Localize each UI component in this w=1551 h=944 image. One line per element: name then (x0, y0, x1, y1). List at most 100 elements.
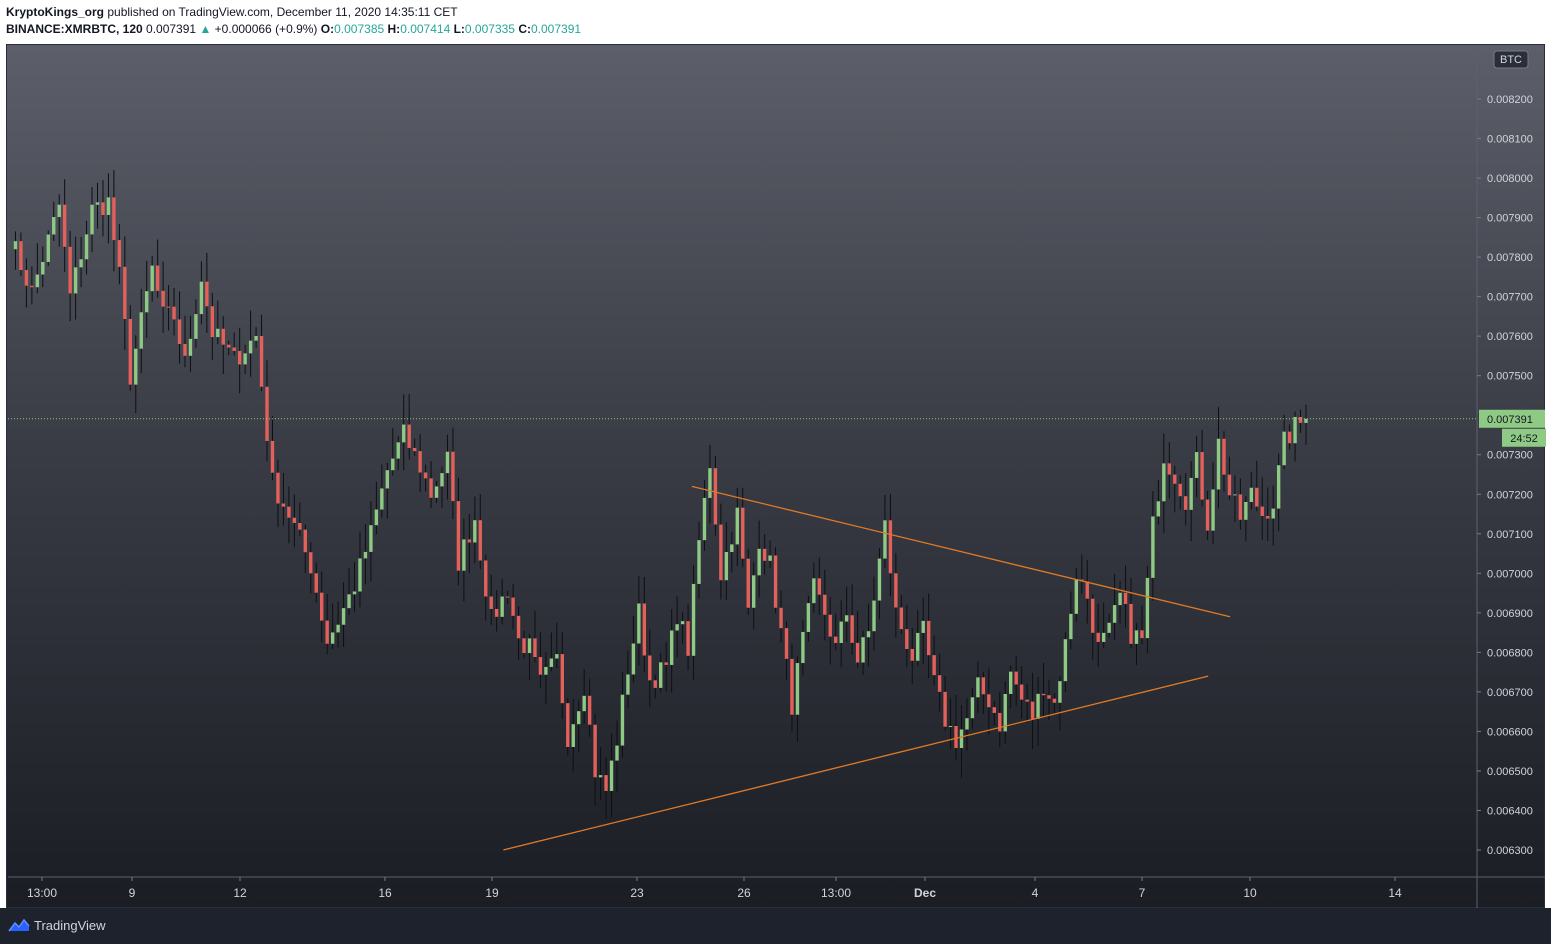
x-tick-label: 7 (1139, 886, 1146, 900)
candle-body (19, 241, 23, 271)
candle-body (434, 486, 439, 498)
candle-body (62, 204, 67, 247)
candle-body (626, 674, 630, 695)
footer-bar: TradingView (0, 908, 1551, 944)
candle-body (680, 621, 685, 625)
candle-body (1058, 681, 1062, 703)
candle-body (24, 270, 29, 286)
candle-body (1036, 693, 1040, 719)
candle-body (467, 539, 472, 543)
candle-body (1052, 698, 1057, 703)
y-tick-label: 0.008000 (1487, 173, 1533, 185)
candle-body (13, 241, 18, 250)
candle-body (697, 540, 701, 584)
candle-body (1255, 487, 1259, 507)
candle-body (855, 642, 860, 663)
candle-body (905, 629, 909, 649)
candle-body (478, 520, 482, 561)
candle-body (757, 548, 761, 576)
candle-body (1112, 605, 1117, 623)
candle-body (779, 607, 783, 629)
candle-body (248, 340, 253, 354)
candle-body (462, 539, 466, 571)
candle-body (538, 657, 543, 675)
y-tick-label: 0.006700 (1487, 687, 1533, 699)
tradingview-logo-icon[interactable] (8, 918, 30, 934)
candle-body (790, 658, 794, 715)
candle-body (320, 592, 324, 621)
candle-body (1151, 516, 1155, 578)
candle-body (1211, 489, 1215, 531)
candle-body (948, 726, 953, 728)
candle-body (866, 631, 871, 638)
candle-body (1227, 474, 1232, 496)
y-tick-label: 0.006900 (1487, 608, 1533, 620)
candle-body (631, 643, 636, 675)
candle-body (560, 654, 564, 704)
candle-body (959, 729, 964, 748)
candle-body (566, 703, 570, 747)
tradingview-brand[interactable]: TradingView (34, 918, 106, 933)
candle-body (511, 597, 515, 616)
candle-body (653, 680, 657, 688)
candle-body (79, 259, 83, 268)
candle-body (593, 724, 597, 778)
candle-body (347, 594, 351, 609)
candle-body (199, 281, 204, 315)
candle-body (391, 458, 395, 471)
candle-body (741, 507, 745, 559)
candle-body (943, 691, 947, 727)
candle-body (877, 558, 882, 601)
candle-body (549, 658, 554, 667)
y-tick-label: 0.008200 (1487, 94, 1533, 106)
candle-body (270, 440, 275, 473)
candle-body (587, 695, 592, 725)
candle-body (1069, 613, 1073, 640)
candle-body (52, 217, 56, 235)
candlestick-chart[interactable]: 0.008200 0.008100 0.008000 0.007900 0.007800… (0, 0, 1551, 908)
candle-body (735, 507, 739, 545)
candle-body (1260, 506, 1264, 517)
candle-body (473, 520, 477, 543)
candle-body (1266, 516, 1270, 519)
y-tick-label: 0.006800 (1487, 647, 1533, 659)
y-tick-label: 0.007900 (1487, 213, 1533, 225)
candle-body (659, 662, 663, 688)
candle-body (1019, 684, 1024, 700)
candle-body (418, 451, 422, 473)
candle-body (232, 347, 236, 351)
candle-body (1200, 452, 1204, 500)
candle-body (336, 624, 340, 633)
candle-body (544, 666, 548, 675)
candle-body (237, 350, 242, 365)
y-tick-label: 0.007700 (1487, 292, 1533, 304)
candle-body (90, 204, 94, 235)
candle-body (724, 552, 729, 581)
candle-body (423, 472, 428, 479)
candle-body (669, 630, 674, 665)
candle-body (276, 472, 280, 504)
candle-body (954, 726, 958, 748)
candle-body (1156, 501, 1161, 517)
candle-body (500, 596, 504, 617)
candle-body (1030, 701, 1035, 719)
candle-body (505, 596, 510, 598)
candle-body (916, 632, 920, 661)
candle-body (648, 655, 652, 681)
candle-body (1123, 592, 1128, 604)
candle-body (828, 614, 832, 637)
candle-body (188, 338, 193, 356)
candle-body (210, 306, 215, 338)
candle-body (1009, 671, 1013, 694)
candle-body (806, 603, 811, 632)
candle-body (145, 291, 149, 313)
candle-body (155, 265, 160, 291)
y-tick-label: 0.007100 (1487, 529, 1533, 541)
candle-body (1304, 418, 1308, 423)
candle-body (68, 246, 72, 294)
candle-body (101, 202, 105, 215)
y-tick-label: 0.007200 (1487, 489, 1533, 501)
y-tick-label: 0.007500 (1487, 371, 1533, 383)
candle-body (341, 608, 346, 625)
candle-body (1014, 671, 1018, 685)
